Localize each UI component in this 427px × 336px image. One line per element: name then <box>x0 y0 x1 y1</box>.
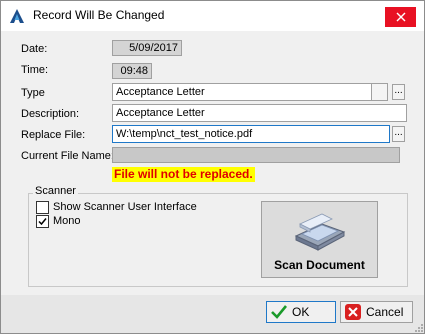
app-logo-icon <box>10 9 24 23</box>
check-icon <box>271 305 288 319</box>
description-label: Description: <box>21 108 80 120</box>
description-input[interactable]: Acceptance Letter <box>112 104 407 122</box>
file-warning: File will not be replaced. <box>112 167 255 182</box>
checkmark-icon <box>38 218 47 226</box>
time-label: Time: <box>21 64 49 76</box>
type-browse-button[interactable]: ... <box>392 84 405 100</box>
type-label: Type <box>21 87 45 99</box>
close-button[interactable] <box>385 7 416 27</box>
dialog-window: Record Will Be Changed Date: 5/09/2017 T… <box>0 0 425 334</box>
scanner-group-label: Scanner <box>33 185 78 197</box>
cancel-button[interactable]: Cancel <box>340 301 413 323</box>
cancel-x-icon <box>345 304 361 320</box>
show-scanner-ui-checkbox[interactable] <box>36 201 49 214</box>
scan-document-label: Scan Document <box>274 258 365 272</box>
time-value: 09:48 <box>112 63 152 79</box>
scan-document-button[interactable]: Scan Document <box>261 201 378 278</box>
cancel-label: Cancel <box>366 305 404 319</box>
type-combobox[interactable]: Acceptance Letter <box>112 83 387 101</box>
mono-label: Mono <box>53 215 81 227</box>
close-icon <box>396 12 405 22</box>
type-dropdown-button[interactable] <box>371 83 388 101</box>
resize-grip-icon[interactable] <box>414 323 424 333</box>
title-bar[interactable]: Record Will Be Changed <box>1 1 424 31</box>
ok-button[interactable]: OK <box>266 301 336 323</box>
window-title: Record Will Be Changed <box>33 8 165 22</box>
current-file-input <box>112 147 400 163</box>
replace-file-browse-button[interactable]: ... <box>392 126 405 142</box>
date-label: Date: <box>21 43 48 55</box>
replace-file-label: Replace File: <box>21 129 86 141</box>
ok-label: OK <box>292 305 310 319</box>
show-scanner-ui-label: Show Scanner User Interface <box>53 201 197 213</box>
mono-checkbox[interactable] <box>36 215 49 228</box>
scanner-icon <box>294 213 346 251</box>
replace-file-input[interactable]: W:\temp\nct_test_notice.pdf <box>112 125 390 143</box>
current-file-label: Current File Name: <box>21 150 114 162</box>
date-value: 5/09/2017 <box>112 40 182 56</box>
